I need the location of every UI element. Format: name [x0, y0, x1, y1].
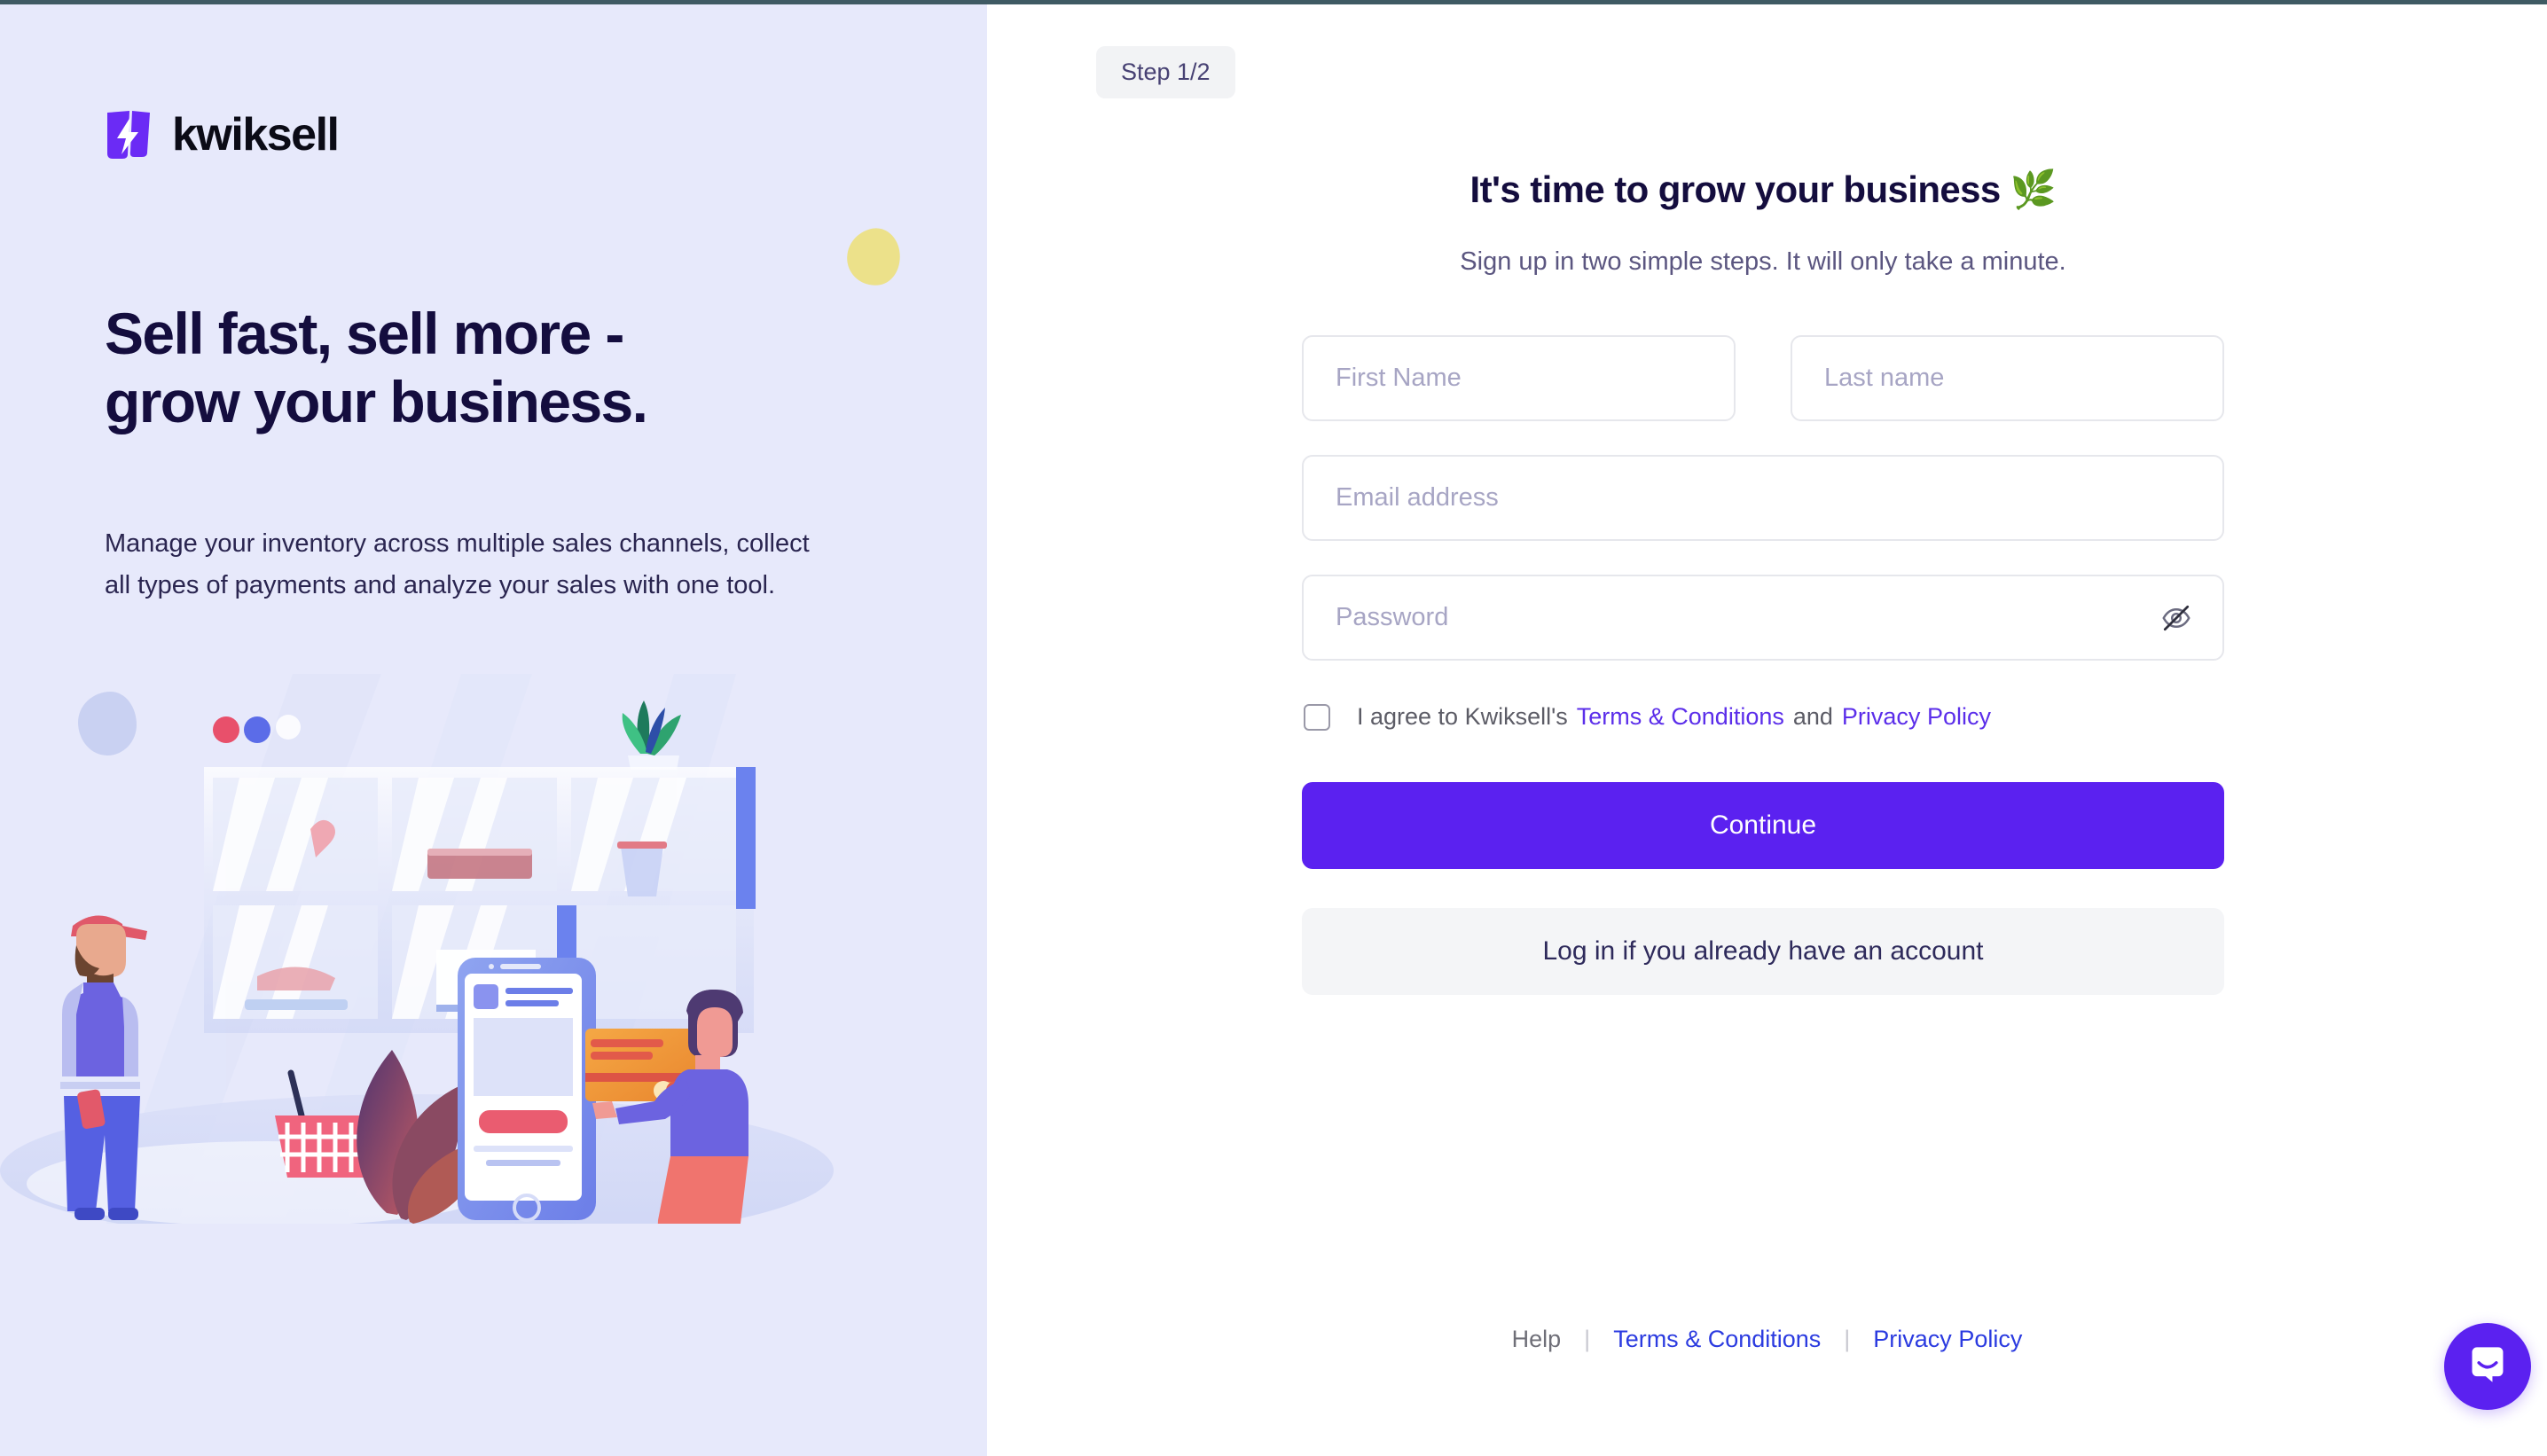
- decorative-yellow-blob: [842, 224, 905, 290]
- terms-label: I agree to Kwiksell's Terms & Conditions a…: [1357, 703, 1991, 731]
- hero-headline-line2: grow your business.: [105, 369, 648, 435]
- first-name-input[interactable]: [1336, 364, 1702, 393]
- brand-name: kwiksell: [172, 109, 340, 160]
- email-input[interactable]: [1336, 483, 2190, 513]
- hero-subtext: Manage your inventory across multiple sa…: [105, 529, 810, 599]
- marketing-panel: kwiksell Sell fast, sell more - grow you…: [0, 0, 987, 1456]
- last-name-input[interactable]: [1824, 364, 2190, 393]
- lightning-bolt-icon: [105, 108, 153, 161]
- footer-links: Help | Terms & Conditions | Privacy Poli…: [987, 1326, 2547, 1353]
- form-subtitle: Sign up in two simple steps. It will onl…: [1460, 247, 2066, 276]
- name-row: [1302, 335, 2224, 421]
- footer-terms-link[interactable]: Terms & Conditions: [1613, 1326, 1821, 1353]
- email-field[interactable]: [1302, 455, 2224, 541]
- signup-form-panel: Step 1/2 It's time to grow your business…: [987, 0, 2547, 1456]
- footer-separator-2: |: [1844, 1326, 1851, 1352]
- footer-separator-1: |: [1584, 1326, 1591, 1352]
- brand-logo[interactable]: kwiksell: [105, 108, 340, 161]
- terms-conjunction: and: [1792, 703, 1833, 730]
- footer-help-link[interactable]: Help: [1512, 1326, 1562, 1353]
- first-name-field[interactable]: [1302, 335, 1736, 421]
- signup-page: kwiksell Sell fast, sell more - grow you…: [0, 0, 2547, 1456]
- hero-headline-line1: Sell fast, sell more -: [105, 301, 624, 366]
- login-button[interactable]: Log in if you already have an account: [1302, 908, 2224, 995]
- footer-privacy-link[interactable]: Privacy Policy: [1873, 1326, 2022, 1353]
- form-title: It's time to grow your business 🌿: [1469, 168, 2057, 210]
- terms-checkbox[interactable]: [1304, 703, 1330, 731]
- eye-slash-icon[interactable]: [2157, 599, 2196, 638]
- terms-conditions-link[interactable]: Terms & Conditions: [1577, 703, 1784, 730]
- terms-agreement-row[interactable]: I agree to Kwiksell's Terms & Conditions a…: [1302, 703, 2224, 731]
- password-input[interactable]: [1336, 603, 2190, 632]
- privacy-policy-link[interactable]: Privacy Policy: [1842, 703, 1991, 730]
- form-fields: I agree to Kwiksell's Terms & Conditions a…: [1302, 335, 2224, 995]
- ecommerce-illustration: [0, 674, 987, 1332]
- step-badge: Step 1/2: [1096, 46, 1235, 98]
- signup-form: It's time to grow your business 🌿 Sign u…: [1302, 168, 2224, 995]
- last-name-field[interactable]: [1791, 335, 2224, 421]
- intercom-launcher[interactable]: [2444, 1323, 2531, 1410]
- hero-headline: Sell fast, sell more - grow your busines…: [105, 300, 832, 436]
- continue-button[interactable]: Continue: [1302, 782, 2224, 869]
- terms-prefix: I agree to Kwiksell's: [1357, 703, 1568, 730]
- chat-bubble-smile-icon: [2466, 1343, 2509, 1390]
- browser-top-edge: [0, 0, 2547, 4]
- password-field[interactable]: [1302, 575, 2224, 661]
